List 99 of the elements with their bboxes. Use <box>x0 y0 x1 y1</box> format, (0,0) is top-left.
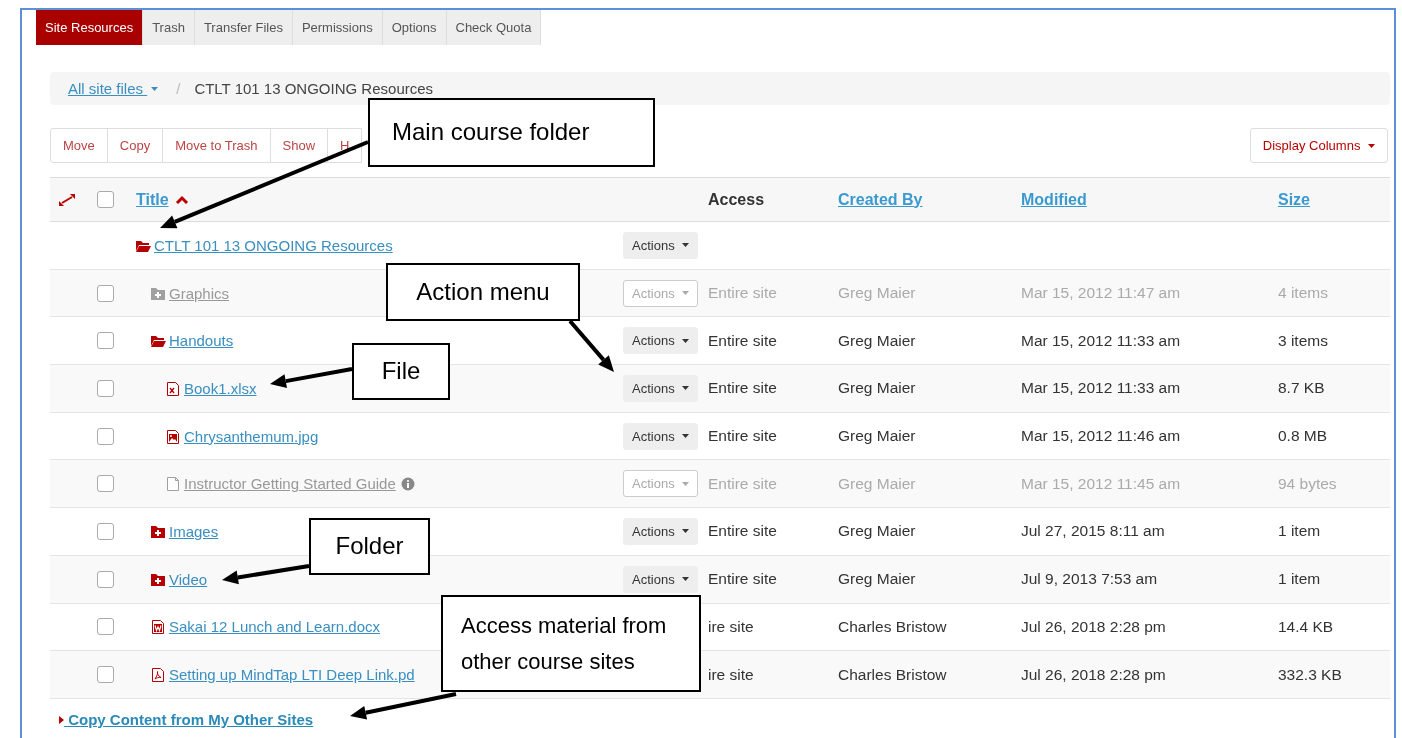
table-cell: 4 items <box>1278 284 1328 303</box>
table-cell: 0.8 MB <box>1278 427 1328 446</box>
file-link[interactable]: Instructor Getting Started Guide <box>184 475 396 493</box>
breadcrumb-current: CTLT 101 13 ONGOING Resources <box>194 80 434 97</box>
table-cell: 8.7 KB <box>1278 379 1325 398</box>
table-cell: Greg Maier <box>838 284 916 303</box>
table-cell: Entire site <box>708 331 777 350</box>
table-cell: Mar 15, 2012 11:33 am <box>1021 331 1181 350</box>
file-link[interactable]: CTLT 101 13 ONGOING Resources <box>154 236 393 254</box>
actions-button[interactable]: Actions <box>623 565 699 593</box>
table-cell: Entire site <box>708 474 777 493</box>
caret-icon <box>1368 143 1375 148</box>
caret-icon <box>151 86 159 91</box>
table-cell: Entire site <box>708 522 777 541</box>
tab[interactable]: Site Resources <box>36 10 144 45</box>
table-cell: 1 item <box>1278 570 1321 589</box>
file-link[interactable]: Images <box>169 522 219 540</box>
file-link[interactable]: Chrysanthemum.jpg <box>184 427 319 445</box>
column-header-link[interactable]: Created By <box>838 190 923 209</box>
expand-icon <box>58 192 76 207</box>
caret-icon <box>682 481 690 486</box>
table-cell: Entire site <box>708 379 777 398</box>
copy-content-link[interactable]: Copy Content from My Other Sites <box>59 711 314 729</box>
tab[interactable]: Options <box>382 10 447 45</box>
file-link[interactable]: Book1.xlsx <box>184 379 257 397</box>
table-cell: Entire site <box>708 284 777 303</box>
table-cell: Jul 27, 2015 8:11 am <box>1021 522 1165 541</box>
checkbox[interactable] <box>97 284 114 302</box>
table-cell: Greg Maier <box>838 522 916 541</box>
file-link[interactable]: Video <box>169 570 208 588</box>
column-header: Access <box>708 190 765 209</box>
caret-icon <box>682 434 690 439</box>
file-link[interactable]: Setting up MindTap LTI Deep Link.pd <box>169 666 415 684</box>
toolbar-button[interactable]: Copy <box>106 128 164 163</box>
tab[interactable]: Check Quota <box>446 10 542 45</box>
table-cell: Greg Maier <box>838 331 916 350</box>
checkbox[interactable] <box>97 379 114 397</box>
table-cell: Mar 15, 2012 11:45 am <box>1021 474 1181 493</box>
table-cell: 332.3 KB <box>1278 665 1342 684</box>
actions-button[interactable]: Actions <box>623 517 699 545</box>
callout-text: File <box>381 356 421 387</box>
column-header-link[interactable]: Size <box>1278 190 1310 209</box>
actions-button[interactable]: Actions <box>623 374 699 402</box>
table-cell: Charles Bristow <box>838 665 947 684</box>
breadcrumb-link[interactable]: All site files <box>68 80 159 97</box>
checkbox[interactable] <box>97 427 114 445</box>
toolbar-button[interactable]: Move to Trash <box>162 128 271 163</box>
table-cell: Greg Maier <box>838 427 916 446</box>
table-cell: Charles Bristow <box>838 617 947 636</box>
toolbar-button[interactable]: Move <box>50 128 108 163</box>
table-cell: Mar 15, 2012 11:47 am <box>1021 284 1181 303</box>
table-cell: Greg Maier <box>838 379 916 398</box>
table-cell: Entire site <box>708 570 777 589</box>
checkbox[interactable] <box>97 475 114 493</box>
tab[interactable]: Permissions <box>292 10 383 45</box>
table-cell: 14.4 KB <box>1278 617 1334 636</box>
checkbox[interactable] <box>97 522 114 540</box>
actions-button[interactable]: Actions <box>623 422 699 450</box>
table-cell: Jul 26, 2018 2:28 pm <box>1021 617 1166 636</box>
actions-button[interactable]: Actions <box>623 231 699 259</box>
file-link[interactable]: Graphics <box>169 284 230 302</box>
tab[interactable]: Trash <box>143 10 195 45</box>
column-header-link[interactable]: Title <box>136 190 169 209</box>
breadcrumb-separator: / <box>176 80 181 97</box>
table-cell: Greg Maier <box>838 474 916 493</box>
caret-icon <box>682 577 690 582</box>
table-cell: Greg Maier <box>838 570 916 589</box>
file-link[interactable]: Sakai 12 Lunch and Learn.docx <box>169 618 380 636</box>
table-cell: 94 bytes <box>1278 474 1337 493</box>
callout-text: Main course folder <box>392 117 590 148</box>
caret-icon <box>682 291 690 296</box>
table-cell: Mar 15, 2012 11:33 am <box>1021 379 1181 398</box>
table-cell: ire site <box>708 617 754 636</box>
table-cell: Jul 26, 2018 2:28 pm <box>1021 665 1166 684</box>
checkbox[interactable] <box>97 191 114 208</box>
table-cell: Entire site <box>708 427 777 446</box>
callout-text: Access material from other course sites <box>461 612 668 676</box>
caret-icon <box>682 529 690 534</box>
caret-right-icon <box>59 715 64 724</box>
callout-text: Action menu <box>416 276 550 307</box>
checkbox[interactable] <box>97 332 114 350</box>
caret-icon <box>682 338 690 343</box>
actions-button[interactable]: Actions <box>623 327 699 355</box>
file-link[interactable]: Handouts <box>169 332 234 350</box>
table-cell: ire site <box>708 665 754 684</box>
display-columns-button[interactable]: Display Columns <box>1249 128 1388 163</box>
caret-icon <box>682 386 690 391</box>
tab[interactable]: Transfer Files <box>194 10 293 45</box>
column-header-link[interactable]: Modified <box>1021 190 1087 209</box>
callout-text: Folder <box>335 531 404 562</box>
toolbar-button[interactable]: Show <box>269 128 329 163</box>
table-cell: Mar 15, 2012 11:46 am <box>1021 427 1181 446</box>
caret-icon <box>682 243 690 248</box>
checkbox[interactable] <box>97 666 114 684</box>
table-cell: 1 item <box>1278 522 1321 541</box>
checkbox[interactable] <box>97 618 114 636</box>
checkbox[interactable] <box>97 570 114 588</box>
table-cell: 3 items <box>1278 331 1328 350</box>
table-cell: Jul 9, 2013 7:53 am <box>1021 570 1158 589</box>
